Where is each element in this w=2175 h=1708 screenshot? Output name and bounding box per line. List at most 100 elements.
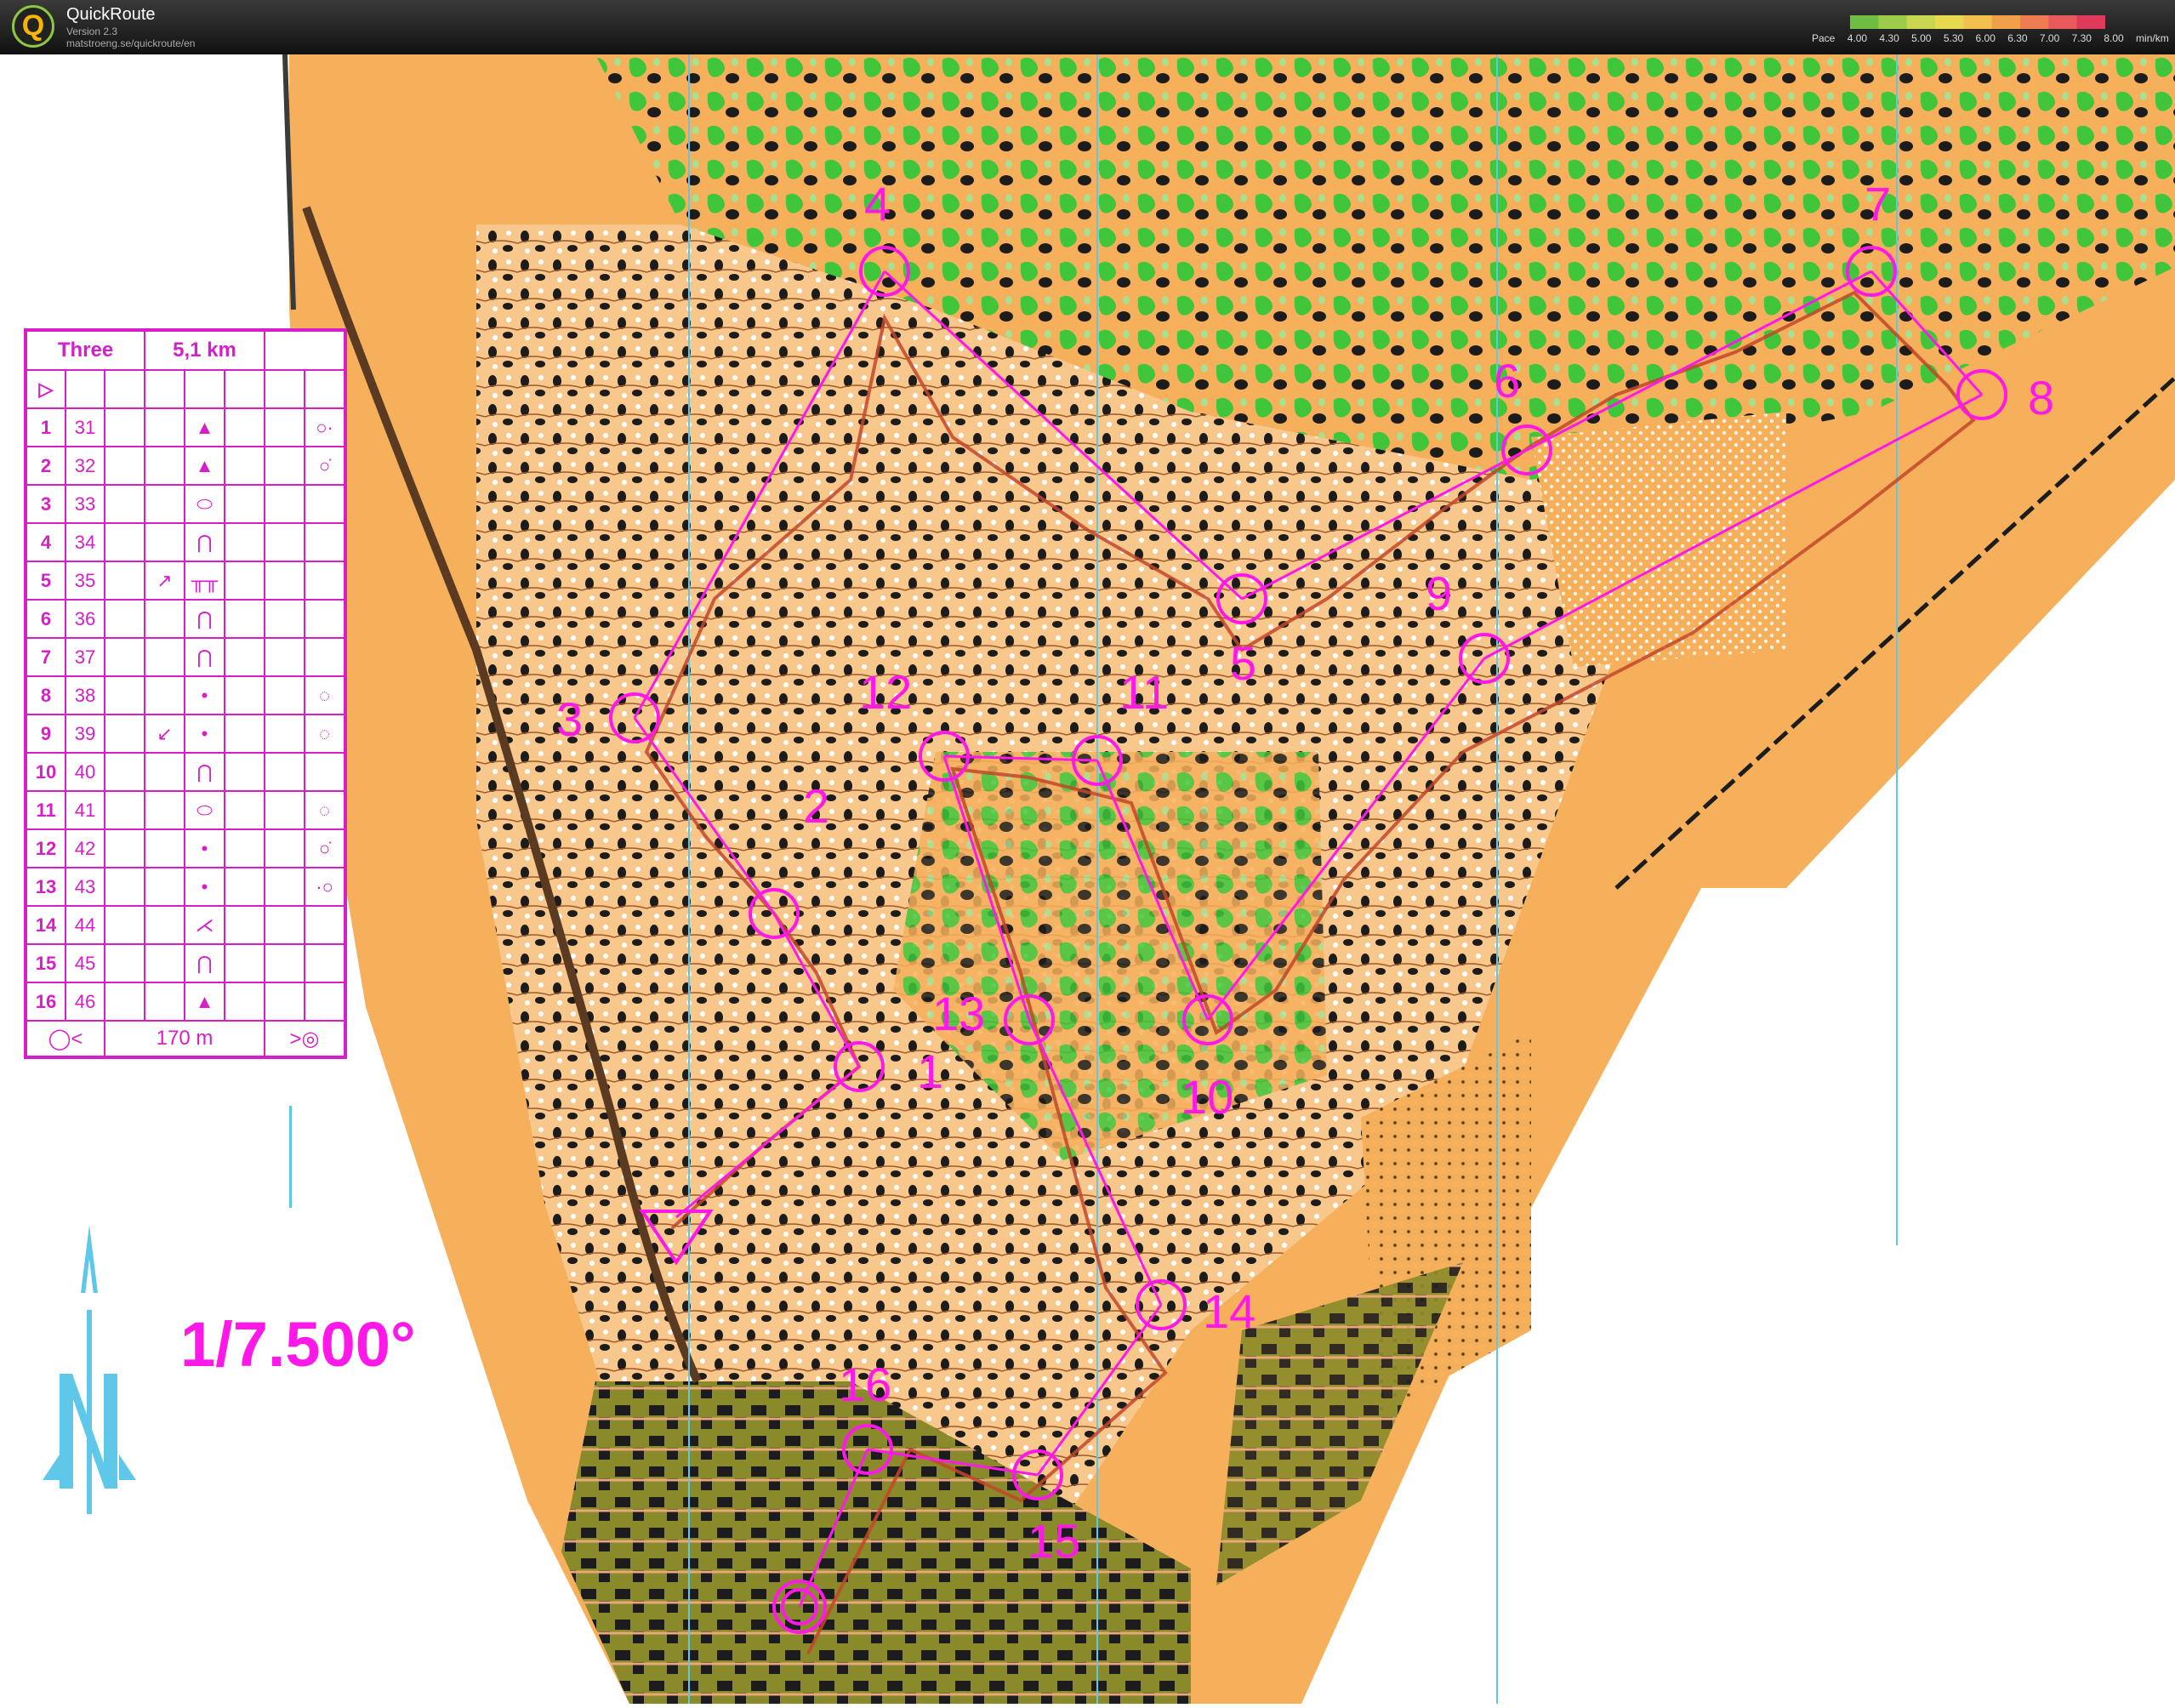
column-c [104,522,145,562]
control-number: 10 [25,752,66,792]
direction-symbol [144,637,185,677]
control-label-13: 13 [932,987,986,1040]
control-label-14: 14 [1203,1284,1256,1338]
column-g [264,446,305,486]
control-number: 6 [25,599,66,639]
control-code: 38 [65,675,105,715]
column-c [104,407,145,447]
location-symbol [304,561,346,601]
direction-symbol [144,790,185,830]
control-code: 35 [65,561,105,601]
column-f [224,943,265,983]
column-f [224,484,265,524]
control-label-2: 2 [803,779,830,833]
control-code: 41 [65,790,105,830]
location-symbol: ○̇ [304,446,346,486]
location-symbol [304,522,346,562]
title-bar: Q QuickRoute Version 2.3 matstroeng.se/q… [0,0,2175,54]
column-c [104,982,145,1022]
control-code: 34 [65,522,105,562]
column-f [224,407,265,447]
control-description-row: 11 41 ⬭ ◌ [25,790,346,830]
column-g [264,867,305,907]
pace-tick: 6.00 [1975,32,1996,44]
column-g [264,828,305,868]
finish-row: ◯< 170 m >◎ [25,1020,346,1058]
location-symbol [304,982,346,1022]
pace-color-segment [1935,15,1964,29]
feature-symbol: ⬭ [184,790,225,830]
column-g [264,637,305,677]
column-g [264,752,305,792]
location-symbol [304,752,346,792]
control-number: 7 [25,637,66,677]
control-description-row: 15 45 ⋂ [25,943,346,983]
feature-symbol: ⋂ [184,599,225,639]
pace-tick: 6.30 [2007,32,2028,44]
pace-tick: 4.00 [1847,32,1868,44]
control-number: 8 [25,675,66,715]
control-label-10: 10 [1181,1070,1234,1124]
course-name: Three [25,329,145,371]
location-symbol: ◌ [304,675,346,715]
feature-symbol: ⬭ [184,484,225,524]
control-code: 33 [65,484,105,524]
pace-tick: 5.00 [1911,32,1932,44]
feature-symbol: • [184,714,225,754]
control-code: 40 [65,752,105,792]
pace-tick: 8.00 [2104,32,2124,44]
column-c [104,905,145,945]
column-c [104,790,145,830]
pace-tick: 5.30 [1943,32,1964,44]
column-f [224,752,265,792]
control-description-row: 12 42 • ○̇ [25,828,346,868]
start-symbol-icon: ▷ [25,369,66,409]
control-number: 14 [25,905,66,945]
pace-color-segment [2076,15,2106,29]
control-description-row: 6 36 ⋂ [25,599,346,639]
direction-symbol [144,982,185,1022]
control-code: 44 [65,905,105,945]
control-number: 9 [25,714,66,754]
control-label-1: 1 [917,1045,944,1098]
column-g [264,599,305,639]
control-description-row: 10 40 ⋂ [25,752,346,792]
control-code: 42 [65,828,105,868]
column-f [224,522,265,562]
column-c [104,828,145,868]
pace-color-segment [2048,15,2078,29]
feature-symbol: ╥╥ [184,561,225,601]
pace-color-bar [1850,15,2106,29]
control-description-row: 7 37 ⋂ [25,637,346,677]
control-label-15: 15 [1028,1514,1081,1568]
control-description-row: 13 43 • ·○ [25,867,346,907]
column-g [264,407,305,447]
feature-symbol: • [184,675,225,715]
app-url: matstroeng.se/quickroute/en [66,37,196,49]
column-c [104,752,145,792]
direction-symbol [144,867,185,907]
column-g [264,790,305,830]
direction-symbol [144,446,185,486]
pace-tick: 7.00 [2039,32,2060,44]
column-f [224,714,265,754]
feature-symbol: ⋂ [184,637,225,677]
location-symbol [304,905,346,945]
control-description-sheet: Three 5,1 km ▷ 1 31 ▲ ○· 2 32 ▲ ○̇ 3 33 ⬭ 4 34 ⋂ 5 35 ↗ ╥… [24,328,347,1059]
control-number: 5 [25,561,66,601]
control-code: 31 [65,407,105,447]
direction-symbol: ↗ [144,561,185,601]
feature-symbol: ▲ [184,982,225,1022]
open-dotted [1531,412,1786,667]
column-f [224,790,265,830]
direction-symbol [144,484,185,524]
feature-symbol: • [184,828,225,868]
pace-scale: Pace 4.00 4.30 5.00 5.30 6.00 6.30 7.00 … [1812,32,2175,46]
sheet-header: Three 5,1 km [25,329,346,371]
column-c [104,599,145,639]
control-label-9: 9 [1426,566,1453,620]
control-description-row: 14 44 ⋌ [25,905,346,945]
pace-color-segment [1963,15,1993,29]
control-code: 46 [65,982,105,1022]
column-g [264,982,305,1022]
